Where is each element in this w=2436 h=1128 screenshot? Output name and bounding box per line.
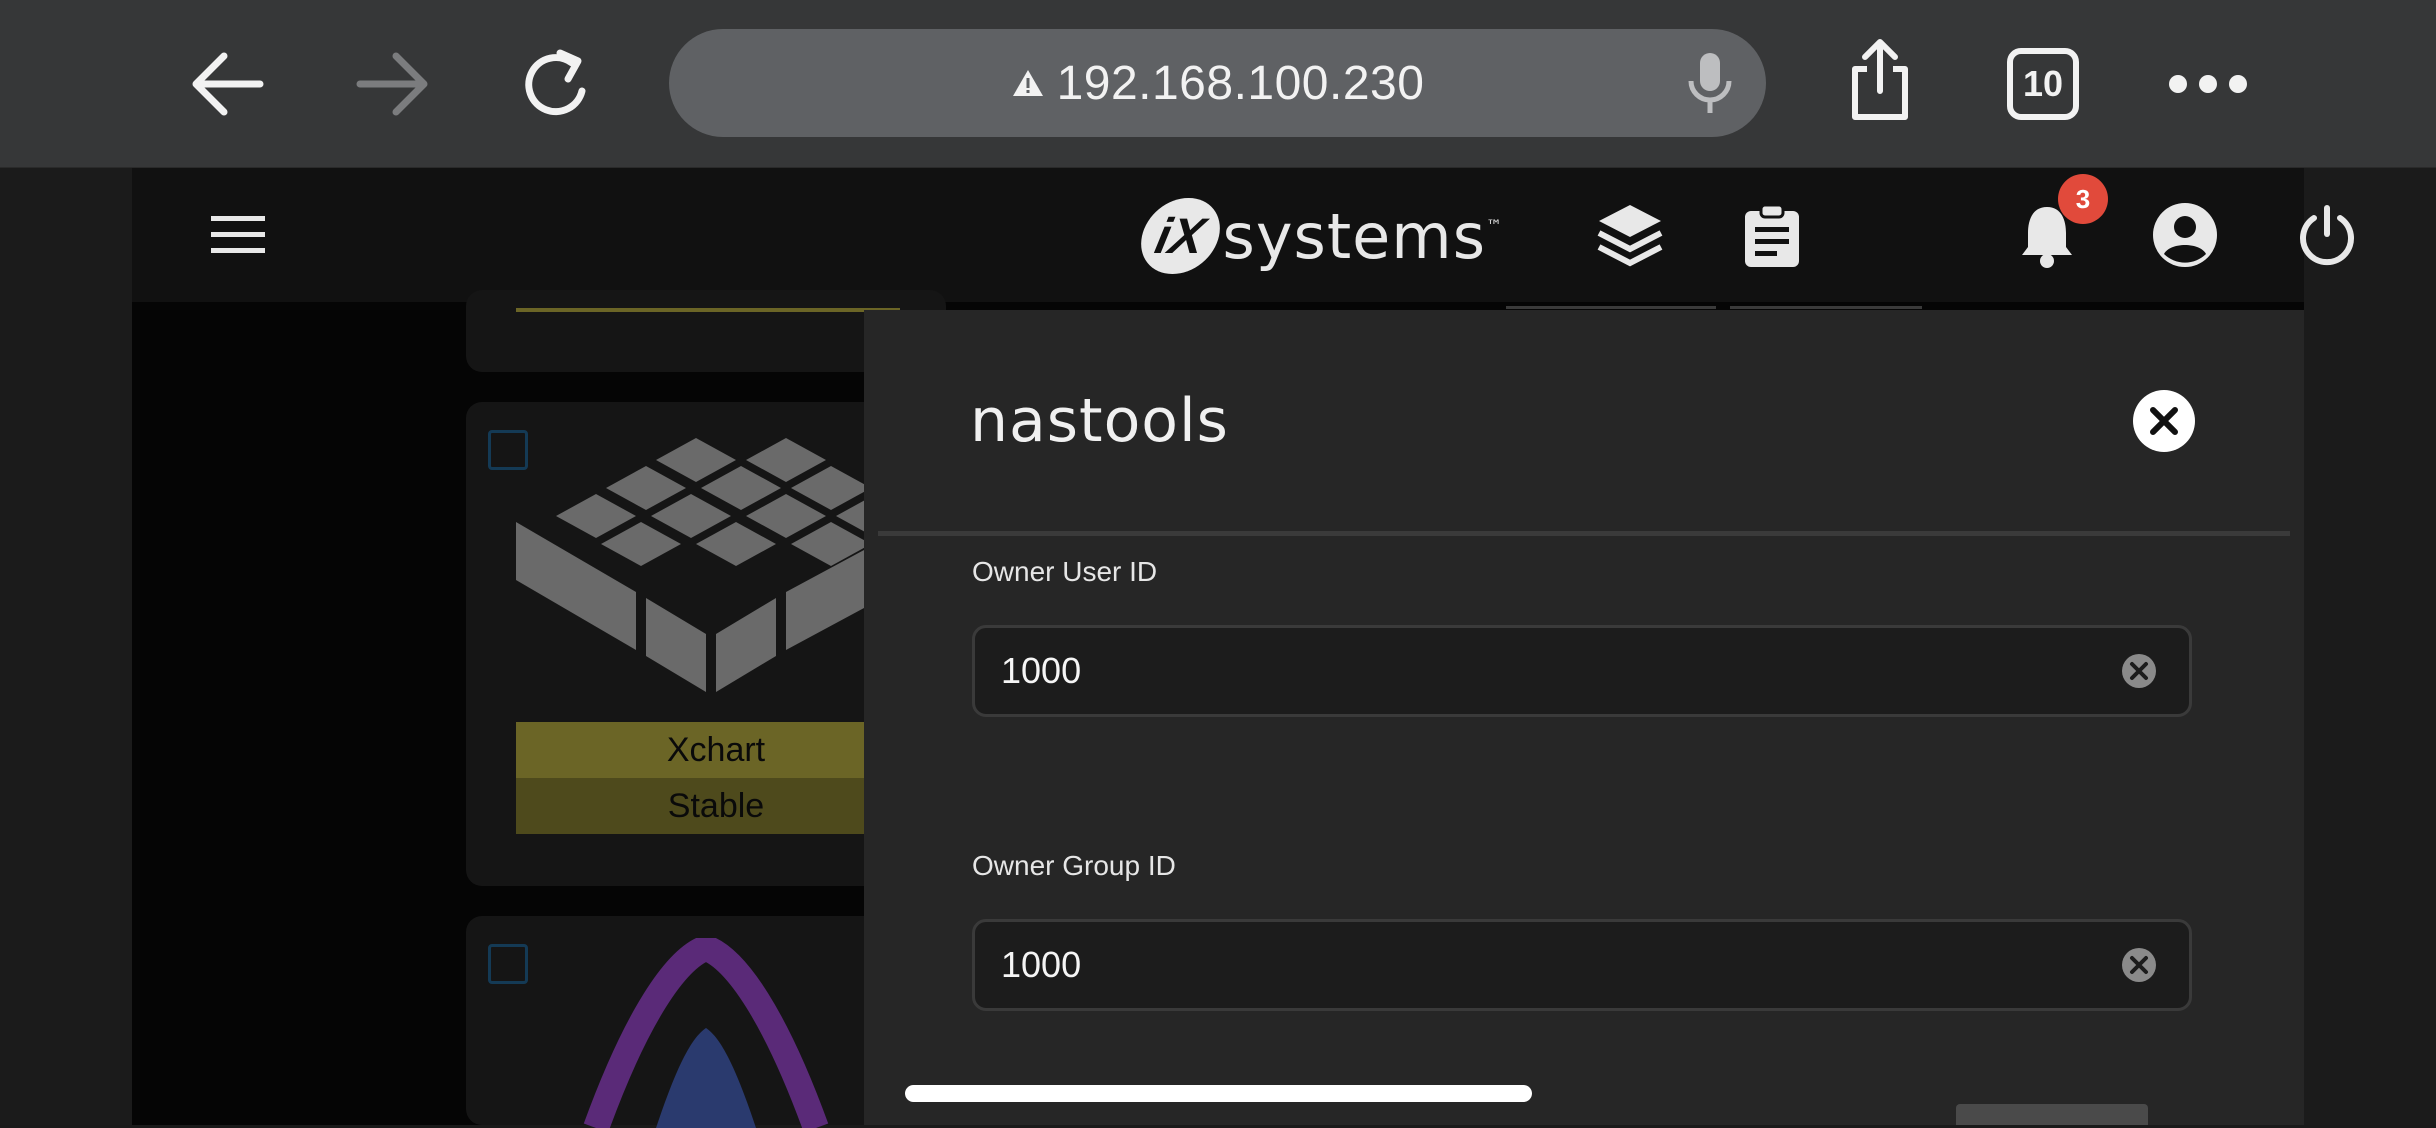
clear-circle-icon[interactable] — [2121, 653, 2157, 689]
more-button[interactable] — [2166, 64, 2250, 104]
arrow-right-icon — [356, 52, 428, 116]
home-indicator — [905, 1085, 1532, 1102]
microphone-icon — [1688, 53, 1732, 113]
ixsystems-logo[interactable]: iX systems ™ — [1133, 190, 1502, 282]
hamburger-menu-icon — [211, 216, 265, 253]
owner-user-id-label: Owner User ID — [972, 556, 1158, 587]
owner-group-id-field[interactable]: 1000 — [972, 919, 2192, 1011]
power-button[interactable] — [2292, 200, 2362, 270]
chart-cube-icon — [516, 438, 916, 692]
logo-trademark: ™ — [1486, 216, 1502, 235]
tasks-button[interactable] — [1740, 200, 1804, 272]
voice-search-button[interactable] — [1680, 48, 1740, 120]
arrow-left-icon — [192, 52, 264, 116]
back-button[interactable] — [182, 44, 270, 124]
more-dots-icon — [2169, 75, 2247, 93]
share-icon — [1852, 39, 1908, 120]
browser-toolbar: 192.168.100.230 10 — [0, 0, 2436, 168]
share-button[interactable] — [1840, 36, 1920, 124]
card-accent-bar — [516, 308, 900, 312]
tab-underline — [1730, 306, 1922, 309]
app-card-checkbox[interactable] — [488, 944, 528, 984]
app-logo-icon — [583, 938, 829, 1128]
warning-triangle-icon — [1012, 70, 1043, 96]
panel-title: nastools — [970, 386, 1229, 456]
tabs-button[interactable]: 10 — [2007, 48, 2079, 120]
save-button[interactable] — [1956, 1104, 2148, 1125]
clipboard-icon — [1745, 203, 1799, 267]
close-panel-button[interactable] — [2133, 390, 2195, 452]
truecommand-button[interactable] — [1594, 200, 1666, 272]
app-topbar: iX systems ™ 3 — [132, 168, 2354, 302]
page-gutter-left — [0, 168, 132, 1125]
owner-group-id-value: 1000 — [1001, 944, 1082, 985]
panel-divider — [878, 531, 2290, 536]
owner-group-id-label: Owner Group ID — [972, 850, 1176, 881]
clear-circle-icon[interactable] — [2121, 947, 2157, 983]
reload-icon — [525, 49, 586, 116]
account-circle-icon — [2153, 203, 2217, 267]
power-icon — [2300, 205, 2354, 266]
owner-user-id-value: 1000 — [1001, 650, 1082, 691]
app-card-train: Stable — [516, 778, 916, 834]
address-bar[interactable]: 192.168.100.230 — [669, 29, 1766, 137]
close-icon — [2150, 407, 2178, 435]
stack-icon — [1597, 205, 1663, 267]
page-gutter-right — [2304, 168, 2436, 1125]
tab-count: 10 — [2022, 63, 2064, 104]
account-button[interactable] — [2150, 200, 2220, 270]
tab-underline — [1506, 306, 1716, 309]
reload-button[interactable] — [516, 40, 600, 126]
menu-button[interactable] — [208, 208, 268, 260]
ix-logo-mark: iX — [1133, 198, 1227, 274]
forward-button[interactable] — [350, 44, 438, 124]
logo-text: systems — [1222, 199, 1486, 273]
url-text: 192.168.100.230 — [1056, 56, 1425, 110]
notification-badge: 3 — [2058, 174, 2108, 224]
owner-user-id-field[interactable]: 1000 — [972, 625, 2192, 717]
app-card-title: Xchart — [516, 722, 916, 778]
